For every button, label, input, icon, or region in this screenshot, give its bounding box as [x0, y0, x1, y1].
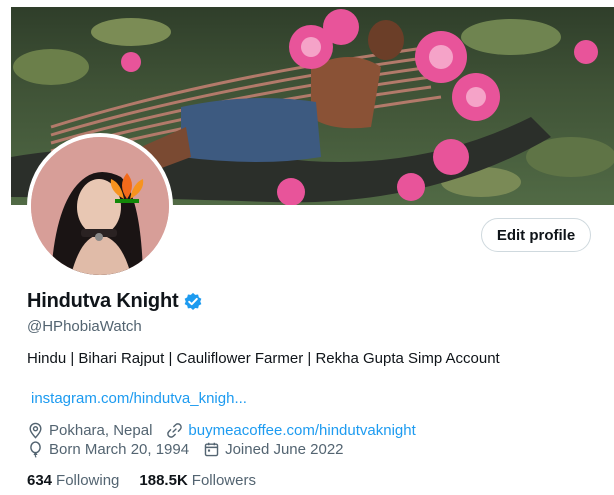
- profile-meta-row-2: Born March 20, 1994 Joined June 2022: [27, 441, 358, 458]
- location-text: Pokhara, Nepal: [49, 422, 153, 439]
- website-item[interactable]: buymeacoffee.com/hindutvaknight: [166, 422, 416, 439]
- followers-link[interactable]: 188.5K Followers: [139, 472, 256, 489]
- following-link[interactable]: 634 Following: [27, 472, 119, 489]
- profile-handle: @HPhobiaWatch: [27, 318, 142, 335]
- profile-meta-row-1: Pokhara, Nepal buymeacoffee.com/hindutva…: [27, 422, 430, 439]
- map-pin-icon: [27, 422, 44, 439]
- edit-profile-button[interactable]: Edit profile: [481, 218, 591, 252]
- following-count: 634: [27, 472, 53, 489]
- follow-stats: 634 Following 188.5K Followers: [27, 472, 256, 489]
- website-link[interactable]: buymeacoffee.com/hindutvaknight: [188, 422, 415, 439]
- birthday-text: Born March 20, 1994: [49, 441, 190, 458]
- joined-text: Joined June 2022: [225, 441, 344, 458]
- birthday-item: Born March 20, 1994: [27, 441, 189, 458]
- joined-item: Joined June 2022: [203, 441, 344, 458]
- bio-link[interactable]: instagram.com/hindutva_knigh...: [31, 390, 247, 407]
- display-name: Hindutva Knight: [27, 290, 179, 312]
- following-label: Following: [56, 472, 120, 489]
- balloon-icon: [27, 441, 44, 458]
- followers-count: 188.5K: [139, 472, 188, 489]
- avatar-image: [31, 137, 169, 275]
- verified-badge-icon[interactable]: [183, 292, 203, 312]
- profile-bio: Hindu | Bihari Rajput | Cauliflower Farm…: [27, 350, 500, 367]
- link-icon: [166, 422, 183, 439]
- followers-label: Followers: [191, 472, 256, 489]
- profile-name-row: Hindutva Knight: [27, 290, 203, 313]
- calendar-icon: [203, 441, 220, 458]
- location-item: Pokhara, Nepal: [27, 422, 152, 439]
- profile-avatar[interactable]: [27, 133, 173, 279]
